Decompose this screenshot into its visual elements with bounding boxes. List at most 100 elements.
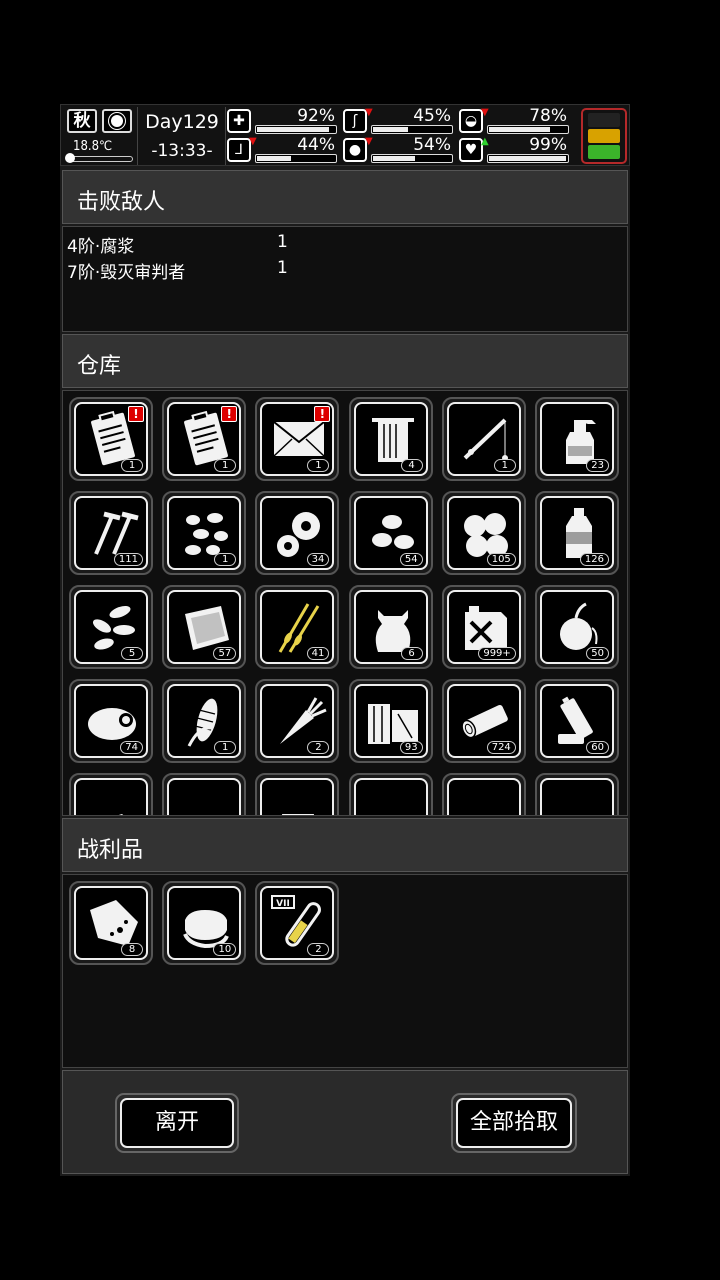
- item-frame: [446, 778, 521, 815]
- pick-all-button-label: 全部拾取: [456, 1098, 572, 1148]
- item-frame: 6: [353, 590, 428, 664]
- item-count: 1: [121, 459, 143, 472]
- item-count: 126: [579, 553, 609, 566]
- stat-value: 78%: [529, 106, 567, 126]
- pick-all-button[interactable]: 全部拾取: [451, 1093, 577, 1153]
- item-count: 1: [214, 741, 237, 754]
- item-count: 54: [399, 553, 423, 566]
- item-slot[interactable]: 41: [255, 585, 340, 669]
- item-slot[interactable]: 1: [162, 491, 247, 575]
- item-count: 1: [307, 459, 330, 472]
- item-count: 93: [399, 741, 423, 754]
- item-slot[interactable]: 111: [69, 491, 153, 575]
- day-counter: Day129: [145, 111, 219, 133]
- item-slot[interactable]: 50: [535, 585, 619, 669]
- item-slot[interactable]: 126: [535, 491, 619, 575]
- item-count: 999+: [478, 647, 516, 660]
- battery-cell: [588, 113, 620, 127]
- defeated-panel: 4阶·腐浆 1 7阶·毁灭审判者 1: [62, 226, 628, 332]
- item-count: 2: [307, 943, 330, 956]
- item-frame: 2: [260, 684, 335, 758]
- divider: [137, 107, 138, 165]
- item-slot[interactable]: [535, 773, 619, 815]
- bullet-icon: [548, 784, 610, 815]
- stat-pill: ◒ ▼ 78%: [459, 106, 571, 135]
- warehouse-panel[interactable]: 1! 1! 1! 4 1 23 111 1 34 54 105 126 5 57 41 6 999+ 50 74 1 2…: [62, 390, 628, 816]
- item-frame: 999+: [446, 590, 521, 664]
- svg-text:VII: VII: [277, 899, 291, 909]
- item-slot[interactable]: 10: [162, 881, 247, 965]
- stat-value: 92%: [297, 106, 335, 126]
- item-frame: 23: [540, 402, 614, 476]
- battery-cell: [588, 129, 620, 143]
- loot-grid[interactable]: 8 10 VII 2: [63, 875, 627, 1067]
- item-slot[interactable]: 105: [441, 491, 526, 575]
- warehouse-header: 仓库: [62, 334, 628, 388]
- item-slot[interactable]: 2: [255, 679, 340, 763]
- item-slot[interactable]: 1!: [255, 397, 340, 481]
- battery-icon[interactable]: [581, 108, 627, 164]
- item-slot[interactable]: 724: [441, 679, 526, 763]
- item-slot[interactable]: [441, 773, 526, 815]
- season-badge: 秋: [67, 109, 97, 133]
- bullets-icon: [175, 784, 237, 815]
- item-slot[interactable]: 4: [348, 397, 433, 481]
- arrow-down-icon: ▼: [365, 107, 373, 118]
- item-slot[interactable]: 6: [348, 585, 433, 669]
- item-slot[interactable]: 93: [348, 679, 433, 763]
- item-slot[interactable]: [348, 773, 433, 815]
- stat-bar-fill: [489, 156, 567, 161]
- item-frame: 111: [74, 496, 148, 570]
- item-count: 8: [121, 943, 143, 956]
- warehouse-grid[interactable]: 1! 1! 1! 4 1 23 111 1 34 54 105 126 5 57 41 6 999+ 50 74 1 2…: [63, 391, 627, 815]
- item-slot[interactable]: 5: [69, 585, 153, 669]
- loot-panel[interactable]: 8 10 VII 2: [62, 874, 628, 1068]
- item-slot[interactable]: 23: [535, 397, 619, 481]
- pill-icon: ◒: [459, 109, 483, 133]
- item-slot[interactable]: 1!: [162, 397, 247, 481]
- item-slot[interactable]: 1!: [69, 397, 153, 481]
- item-count: 724: [486, 741, 516, 754]
- item-frame: 57: [167, 590, 242, 664]
- item-frame: 10: [167, 886, 242, 960]
- item-slot[interactable]: 74: [69, 679, 153, 763]
- item-frame: [260, 778, 335, 815]
- enemy-name: 4阶·腐浆: [67, 237, 135, 257]
- item-count: 2: [307, 741, 330, 754]
- stat-value: 45%: [413, 106, 451, 126]
- defeated-title: 击败敌人: [77, 190, 166, 215]
- item-frame: 1!: [167, 402, 242, 476]
- item-count: 6: [400, 647, 423, 660]
- defeated-header: 击败敌人: [62, 170, 628, 224]
- item-frame: 1!: [74, 402, 148, 476]
- item-slot[interactable]: [255, 773, 340, 815]
- item-slot[interactable]: 34: [255, 491, 340, 575]
- item-slot[interactable]: [162, 773, 247, 815]
- warehouse-title: 仓库: [77, 354, 122, 379]
- item-slot[interactable]: 999+: [441, 585, 526, 669]
- item-frame: [74, 778, 148, 815]
- item-frame: 724: [446, 684, 521, 758]
- stat-value: 44%: [297, 135, 335, 155]
- item-count: 60: [586, 741, 609, 754]
- item-slot[interactable]: 54: [348, 491, 433, 575]
- item-frame: 74: [74, 684, 148, 758]
- item-frame: 1: [446, 402, 521, 476]
- stat-bar: [255, 154, 337, 163]
- loot-header: 战利品: [62, 818, 628, 872]
- item-slot[interactable]: VII 2: [255, 881, 340, 965]
- stat-bar-fill: [489, 127, 550, 132]
- item-frame: 1!: [260, 402, 335, 476]
- stat-bar: [487, 154, 569, 163]
- item-slot[interactable]: 57: [162, 585, 247, 669]
- item-slot[interactable]: 1: [441, 397, 526, 481]
- item-slot[interactable]: 1: [162, 679, 247, 763]
- leave-button[interactable]: 离开: [115, 1093, 239, 1153]
- item-slot[interactable]: 8: [69, 881, 153, 965]
- stat-water-drop: ● ▼ 54%: [343, 135, 455, 164]
- item-slot[interactable]: [69, 773, 153, 815]
- item-frame: 50: [540, 590, 614, 664]
- thermometer-bulb-icon: [65, 153, 75, 163]
- sunny-weather-icon: [102, 109, 132, 133]
- item-slot[interactable]: 60: [535, 679, 619, 763]
